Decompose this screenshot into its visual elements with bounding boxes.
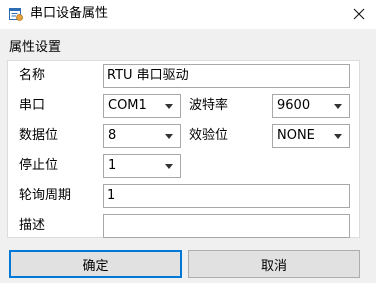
ok-button[interactable]: 确定 (9, 250, 182, 278)
databits-select[interactable]: 8 (103, 124, 181, 148)
parity-select-value: NONE (277, 128, 315, 143)
parity-select[interactable]: NONE (272, 124, 350, 148)
chevron-down-icon (165, 134, 173, 139)
stopbits-select[interactable]: 1 (103, 154, 181, 178)
app-properties-icon (9, 7, 23, 21)
chevron-down-icon (334, 104, 342, 109)
stopbits-label: 停止位 (19, 158, 59, 173)
chevron-down-icon (165, 164, 173, 169)
close-button[interactable] (345, 2, 373, 26)
poll-label: 轮询周期 (19, 188, 72, 203)
baud-label: 波特率 (189, 98, 229, 113)
group-title: 属性设置 (9, 40, 62, 55)
baud-select-value: 9600 (277, 98, 311, 113)
baud-select[interactable]: 9600 (272, 94, 350, 118)
name-input[interactable]: RTU 串口驱动 (103, 64, 350, 88)
desc-label: 描述 (19, 218, 46, 233)
port-select[interactable]: COM1 (103, 94, 181, 118)
port-label: 串口 (19, 98, 46, 113)
window-title: 串口设备属性 (30, 6, 109, 21)
close-icon (353, 8, 365, 20)
settings-panel: 名称 RTU 串口驱动 串口 COM1 波特率 9600 数据位 8 效验位 N… (7, 60, 360, 238)
chevron-down-icon (165, 104, 173, 109)
name-label: 名称 (19, 68, 46, 83)
title-bar: 串口设备属性 (0, 0, 376, 29)
properties-dialog: 串口设备属性 属性设置 名称 RTU 串口驱动 串口 COM1 波特率 9600… (0, 0, 376, 283)
desc-input[interactable] (103, 214, 350, 238)
databits-label: 数据位 (19, 128, 59, 143)
port-select-value: COM1 (108, 98, 147, 113)
parity-label: 效验位 (189, 128, 229, 143)
databits-select-value: 8 (108, 128, 117, 143)
chevron-down-icon (334, 134, 342, 139)
poll-input[interactable]: 1 (103, 184, 350, 208)
stopbits-select-value: 1 (108, 158, 117, 173)
cancel-button[interactable]: 取消 (188, 250, 360, 278)
